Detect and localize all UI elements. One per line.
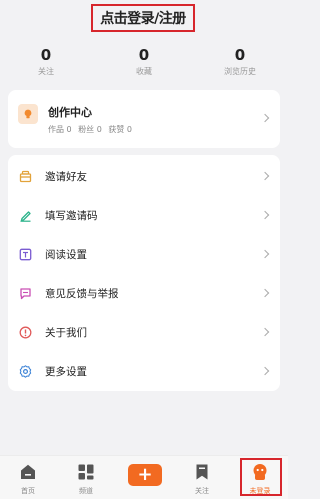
- chevron-right-icon: [260, 249, 270, 259]
- tab-home[interactable]: 首页: [4, 456, 52, 499]
- menu-item-about-us[interactable]: 关于我们: [8, 313, 280, 352]
- menu-item-label: 填写邀请码: [45, 210, 98, 222]
- stat-following-label: 关注: [38, 67, 54, 76]
- menu-item-label: 更多设置: [45, 366, 87, 378]
- menu-item-label: 关于我们: [45, 327, 87, 339]
- tab-label: 首页: [21, 487, 35, 495]
- lightbulb-icon: [18, 104, 38, 124]
- chevron-right-icon: [260, 288, 270, 298]
- tab-label: 频道: [79, 487, 93, 495]
- tab-follow[interactable]: 关注: [178, 456, 226, 499]
- stat-history-value: 0: [234, 46, 246, 64]
- grid-icon: [78, 464, 94, 480]
- menu-item-invite-code[interactable]: 填写邀请码: [8, 196, 280, 235]
- creator-center-title: 创作中心: [48, 106, 92, 119]
- stat-following-value: 0: [40, 46, 52, 64]
- creator-likes: 获赞 0: [108, 125, 133, 134]
- pen-icon: [20, 211, 31, 222]
- menu-item-label: 意见反馈与举报: [45, 288, 119, 300]
- gift-icon: [19, 170, 32, 183]
- stat-history[interactable]: 0 浏览历史: [200, 46, 280, 78]
- settings-menu: 邀请好友 填写邀请码 阅读设置 意见反馈与举报 关于我们 更多设置: [8, 155, 280, 391]
- info-icon: [19, 326, 32, 339]
- profile-tab-highlight: [240, 458, 282, 496]
- menu-item-invite-friends[interactable]: 邀请好友: [8, 157, 280, 196]
- creator-works: 作品 0: [48, 125, 72, 134]
- tab-channel[interactable]: 频道: [62, 456, 110, 499]
- menu-item-reading-settings[interactable]: 阅读设置: [8, 235, 280, 274]
- menu-item-more-settings[interactable]: 更多设置: [8, 352, 280, 391]
- chevron-right-icon: [260, 327, 270, 337]
- menu-item-label: 邀请好友: [45, 171, 87, 183]
- add-button[interactable]: +: [128, 464, 162, 486]
- menu-item-feedback-report[interactable]: 意见反馈与举报: [8, 274, 280, 313]
- stat-favorites-value: 0: [138, 46, 150, 64]
- menu-item-label: 阅读设置: [45, 249, 87, 261]
- chevron-right-icon: [260, 366, 270, 376]
- creator-center-card[interactable]: 创作中心 作品 0 粉丝 0 获赞 0: [8, 90, 280, 148]
- home-icon: [21, 464, 35, 479]
- stat-favorites[interactable]: 0 收藏: [104, 46, 184, 78]
- stat-history-label: 浏览历史: [224, 67, 256, 76]
- text-icon: [19, 248, 32, 261]
- chevron-right-icon: [260, 113, 270, 123]
- chevron-right-icon: [260, 171, 270, 181]
- feedback-icon: [20, 288, 31, 300]
- creator-stats: 作品 0 粉丝 0 获赞 0: [48, 124, 136, 135]
- stat-favorites-label: 收藏: [136, 67, 152, 76]
- tab-label: 关注: [195, 487, 209, 495]
- creator-fans: 粉丝 0: [78, 125, 102, 134]
- chevron-right-icon: [260, 210, 270, 220]
- stat-following[interactable]: 0 关注: [6, 46, 86, 78]
- login-register-link[interactable]: 点击登录/注册: [91, 4, 195, 32]
- gear-icon: [19, 365, 32, 378]
- tab-add[interactable]: +: [120, 456, 168, 499]
- bookmark-icon: [196, 464, 208, 480]
- user-stats: 0 关注 0 收藏 0 浏览历史: [0, 46, 288, 82]
